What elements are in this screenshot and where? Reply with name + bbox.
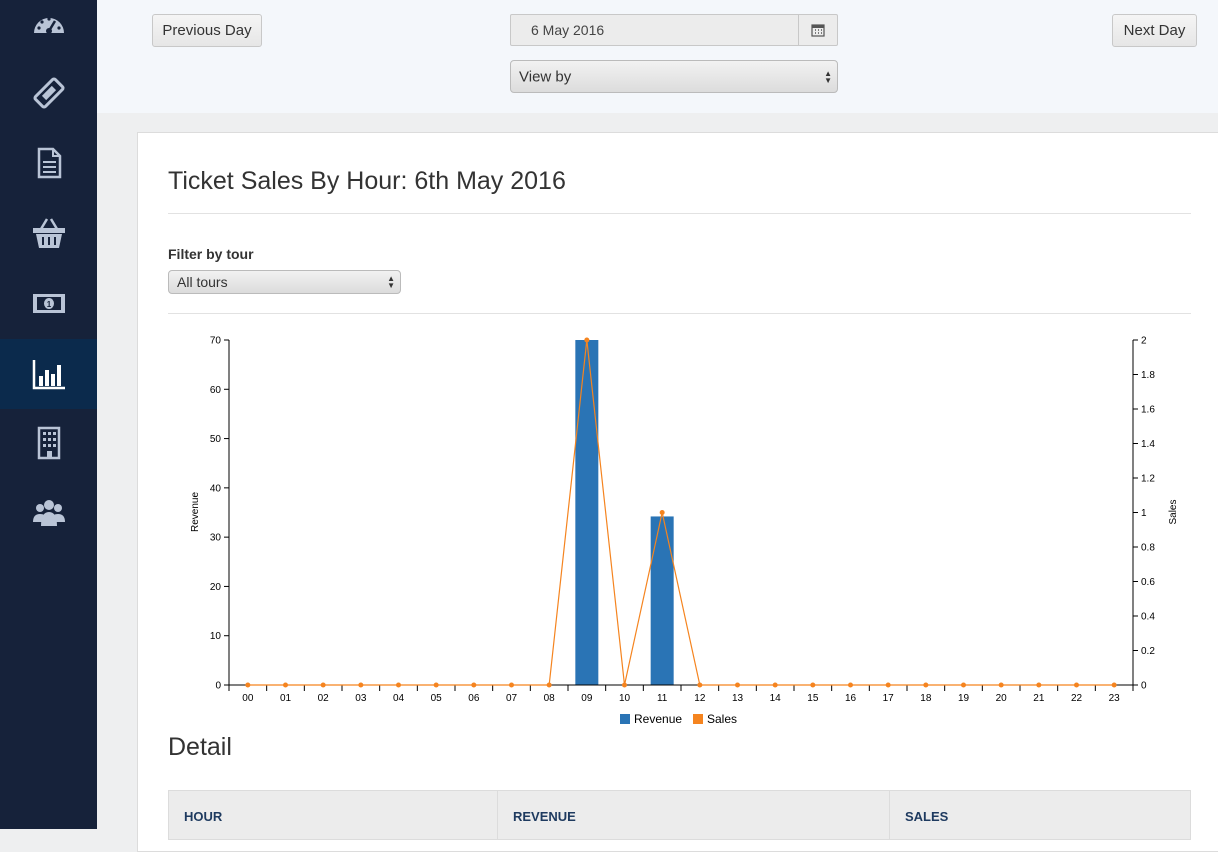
x-tick-label: 14 — [770, 693, 782, 704]
x-tick-label: 22 — [1071, 693, 1083, 704]
y2-tick-label: 1.4 — [1141, 439, 1155, 450]
x-tick-label: 20 — [996, 693, 1008, 704]
y-tick-label: 40 — [210, 483, 222, 494]
sales-point — [1074, 682, 1079, 688]
x-tick-label: 10 — [619, 693, 631, 704]
x-tick-label: 02 — [318, 693, 330, 704]
y-tick-label: 0 — [215, 681, 221, 692]
x-tick-label: 19 — [958, 693, 970, 704]
sales-point — [283, 682, 288, 688]
sales-point — [546, 682, 552, 688]
sales-point — [885, 682, 891, 688]
sales-point — [358, 682, 364, 688]
sales-point — [471, 682, 477, 688]
sales-point — [697, 682, 703, 688]
revenue-bar — [575, 340, 599, 685]
legend-swatch-revenue — [620, 714, 630, 724]
sales-point — [584, 337, 590, 343]
y2-tick-label: 1.8 — [1141, 370, 1155, 381]
sales-point — [320, 682, 326, 688]
x-tick-label: 18 — [920, 693, 932, 704]
y2-tick-label: 0.2 — [1141, 646, 1155, 657]
sales-point — [1111, 682, 1117, 688]
sales-point — [396, 682, 401, 688]
x-tick-label: 16 — [845, 693, 857, 704]
y2-tick-label: 0.4 — [1141, 612, 1155, 623]
x-tick-label: 12 — [694, 693, 706, 704]
x-tick-label: 21 — [1033, 693, 1045, 704]
sales-point — [245, 682, 251, 688]
ticket-sales-chart: 01020304050607000.20.40.60.811.21.41.61.… — [190, 336, 1179, 727]
y2-tick-label: 1.6 — [1141, 405, 1155, 416]
sales-point — [810, 682, 816, 688]
sales-point — [735, 682, 740, 688]
y-tick-label: 20 — [210, 582, 222, 593]
sales-point — [1036, 682, 1042, 688]
x-tick-label: 11 — [657, 693, 668, 704]
sales-line — [247, 339, 1115, 686]
x-tick-label: 09 — [581, 693, 593, 704]
x-tick-label: 08 — [544, 693, 556, 704]
y-axis-label: Revenue — [190, 492, 201, 532]
y2-tick-label: 0.6 — [1141, 577, 1155, 588]
y2-tick-label: 1.2 — [1141, 474, 1155, 485]
sales-point — [659, 510, 665, 515]
x-tick-label: 15 — [807, 693, 819, 704]
x-tick-label: 17 — [883, 693, 895, 704]
y-tick-label: 70 — [210, 336, 222, 347]
x-tick-label: 05 — [431, 693, 443, 704]
legend-label-sales: Sales — [707, 712, 737, 726]
sales-point — [509, 682, 514, 688]
sales-point — [772, 682, 778, 688]
y-tick-label: 10 — [210, 631, 222, 642]
sales-point — [433, 682, 439, 688]
x-tick-label: 13 — [732, 693, 744, 704]
sales-point — [961, 682, 966, 688]
x-tick-label: 03 — [355, 693, 367, 704]
x-tick-label: 04 — [393, 693, 405, 704]
legend-swatch-sales — [693, 714, 703, 724]
y2-tick-label: 0 — [1141, 681, 1147, 692]
legend-label-revenue: Revenue — [634, 712, 682, 726]
x-tick-label: 06 — [468, 693, 480, 704]
y-tick-label: 60 — [210, 385, 222, 396]
x-tick-label: 01 — [280, 693, 292, 704]
y2-tick-label: 1 — [1141, 508, 1147, 519]
revenue-bar — [650, 516, 674, 685]
sales-point — [848, 682, 853, 688]
y2-axis-label: Sales — [1168, 499, 1179, 524]
sales-point — [998, 682, 1004, 688]
y2-tick-label: 0.8 — [1141, 543, 1155, 554]
y2-tick-label: 2 — [1141, 336, 1147, 347]
x-tick-label: 00 — [242, 693, 254, 704]
sales-point — [622, 682, 627, 688]
x-tick-label: 07 — [506, 693, 518, 704]
y-tick-label: 50 — [210, 434, 222, 445]
x-tick-label: 23 — [1109, 693, 1121, 704]
y-tick-label: 30 — [210, 533, 222, 544]
sales-point — [923, 682, 929, 688]
